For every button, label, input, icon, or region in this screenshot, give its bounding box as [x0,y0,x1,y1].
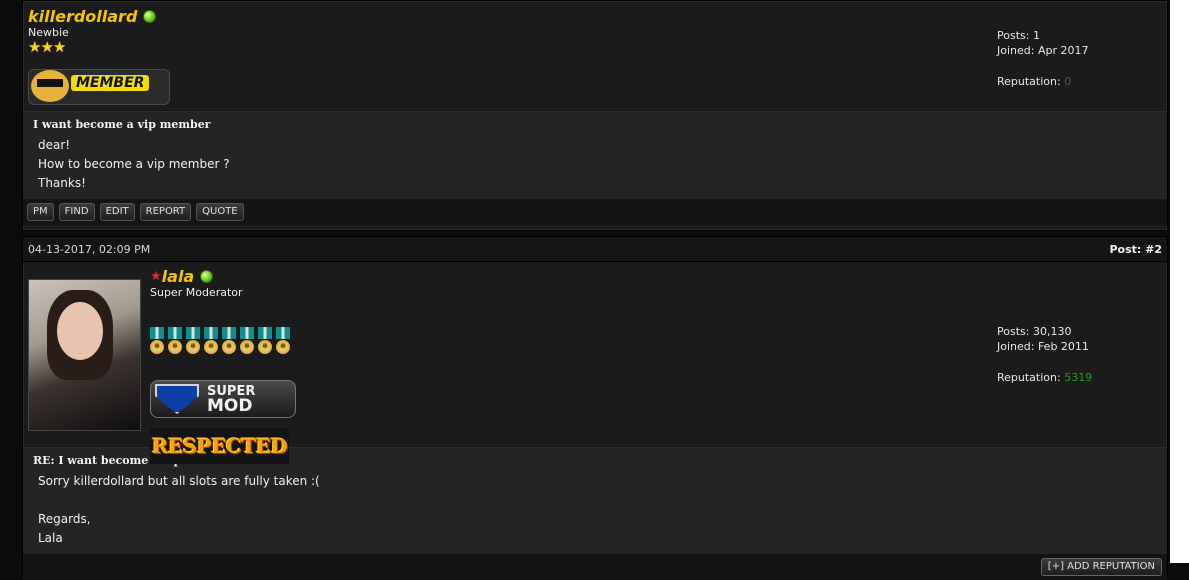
medal-disc: ✸ [222,340,236,354]
medal-icon: ✸ [186,327,200,354]
post-date: 04-13-2017, 02:09 PM [28,242,151,256]
posts-count: Posts: 30,130 [997,325,1072,338]
username-row: ★ lala [150,267,243,286]
post-body-line: Sorry killerdollard but all slots are fu… [38,474,320,488]
super-mod-line2: MOD [207,396,253,416]
find-button[interactable]: FIND [58,203,95,221]
medal-disc: ✸ [276,340,290,354]
medal-disc: ✸ [240,340,254,354]
medal-ribbon [258,327,272,339]
post-action-bar: PM FIND EDIT REPORT QUOTE [23,199,1167,225]
medal-ribbon [186,327,200,339]
reputation-value[interactable]: 5319 [1064,371,1092,384]
post-action-bar: [+] ADD REPUTATION [23,554,1167,580]
edit-button[interactable]: EDIT [99,203,135,221]
rank-medals: ✸ ✸ ✸ ✸ ✸ ✸ ✸ ✸ [150,327,290,354]
online-status-icon [200,270,214,283]
medal-disc: ✸ [204,340,218,354]
medal-ribbon [222,327,236,339]
user-stats: Posts: 1 Joined: Apr 2017 Reputation: 0 [997,28,1088,89]
reputation-label: Reputation: [997,371,1061,384]
medal-ribbon [204,327,218,339]
user-info: ★ lala Super Moderator ✸ ✸ ✸ ✸ ✸ ✸ ✸ ✸ SUPER MO… [23,262,1167,464]
reputation-row: Reputation: 5319 [997,370,1092,385]
reputation-label: Reputation: [997,75,1061,88]
reputation-value[interactable]: 0 [1064,75,1071,88]
username-row: killerdollard [28,7,157,26]
username-link[interactable]: lala [162,267,195,286]
medal-ribbon [150,327,164,339]
post-body-line: dear! [38,138,71,152]
post-message: I want become a vip member dear! How to … [23,111,1167,199]
online-status-icon [143,10,157,23]
medal-icon: ✸ [150,327,164,354]
avatar[interactable] [28,279,141,431]
medal-disc: ✸ [186,340,200,354]
post-title: I want become a vip member [33,118,211,131]
medal-ribbon [240,327,254,339]
username-link[interactable]: killerdollard [28,7,137,26]
post-body-line: How to become a vip member ? [38,157,230,171]
superman-shield-icon [155,384,199,414]
member-badge-label: MEMBER [71,75,150,91]
post-body-line: Regards, [38,512,91,526]
moderator-star-icon: ★ [150,269,162,284]
medal-disc: ✸ [168,340,182,354]
rank-stars-icon: ★★★ [28,38,66,56]
respected-badge: RESPECTED [150,428,289,464]
post-number-link[interactable]: Post: #2 [1109,243,1162,256]
posts-count: Posts: 1 [997,29,1040,42]
post-body-line [38,491,1157,510]
super-mod-badge: SUPER MOD [150,380,296,418]
post-1: killerdollard Newbie ★★★ MEMBER Posts: 1… [22,0,1168,231]
reputation-row: Reputation: 0 [997,74,1088,89]
medal-icon: ✸ [258,327,272,354]
post-body: dear! How to become a vip member ? Thank… [33,136,1157,193]
medal-disc: ✸ [150,340,164,354]
medal-icon: ✸ [222,327,236,354]
add-reputation-button[interactable]: [+] ADD REPUTATION [1040,558,1162,576]
post-body-line: Thanks! [38,176,86,190]
post-body-line: Lala [38,531,63,545]
medal-ribbon [168,327,182,339]
medal-icon: ✸ [240,327,254,354]
user-title: Super Moderator [150,286,243,299]
pm-button[interactable]: PM [27,203,54,221]
report-button[interactable]: REPORT [139,203,192,221]
post-body: Sorry killerdollard but all slots are fu… [33,472,1157,548]
ninja-icon [31,70,69,102]
page-right-margin [1170,0,1189,563]
avatar-face [57,302,103,360]
post-header: 04-13-2017, 02:09 PM Post: #2 [23,237,1167,262]
medal-icon: ✸ [276,327,290,354]
medal-disc: ✸ [258,340,272,354]
medal-icon: ✸ [204,327,218,354]
medal-ribbon [276,327,290,339]
quote-button[interactable]: QUOTE [196,203,244,221]
joined-date: Joined: Feb 2011 [997,340,1089,353]
medal-icon: ✸ [168,327,182,354]
post-2: 04-13-2017, 02:09 PM Post: #2 ★ lala Sup… [22,236,1168,580]
user-stats: Posts: 30,130 Joined: Feb 2011 Reputatio… [997,324,1092,385]
user-info: killerdollard Newbie ★★★ MEMBER Posts: 1… [23,1,1167,111]
joined-date: Joined: Apr 2017 [997,44,1089,57]
member-badge: MEMBER [28,69,170,105]
